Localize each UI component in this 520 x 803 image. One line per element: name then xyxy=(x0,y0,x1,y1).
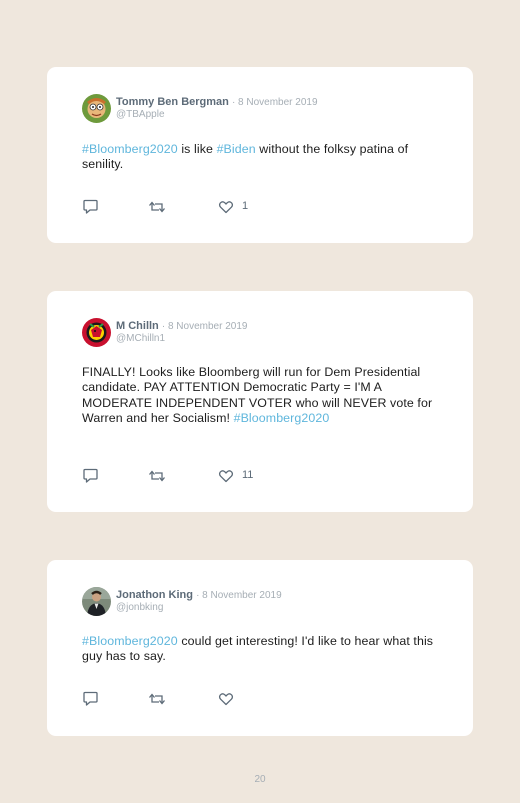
tweet-header: Jonathon King · 8 November 2019 @jonbkin… xyxy=(82,587,453,617)
author-name[interactable]: M Chilln xyxy=(116,320,159,332)
tweet-actions xyxy=(82,691,282,709)
tweet-actions: 11 xyxy=(82,468,282,486)
like-button[interactable]: 11 xyxy=(218,468,253,484)
author-meta: Jonathon King · 8 November 2019 @jonbkin… xyxy=(116,589,282,614)
page-number: 20 xyxy=(254,774,266,785)
person-photo-icon xyxy=(82,587,111,616)
author-handle[interactable]: @MChilln1 xyxy=(116,333,247,345)
author-name[interactable]: Tommy Ben Bergman xyxy=(116,96,229,108)
author-handle[interactable]: @jonbking xyxy=(116,602,282,614)
tweet-card: M Chilln · 8 November 2019 @MChilln1 FIN… xyxy=(47,291,473,512)
hashtag-link[interactable]: #Bloomberg2020 xyxy=(82,142,178,156)
heart-icon xyxy=(218,470,234,483)
reply-icon xyxy=(83,199,98,214)
hockey-logo-icon xyxy=(82,318,111,347)
retweet-button[interactable] xyxy=(148,691,166,707)
retweet-icon xyxy=(149,470,165,482)
hashtag-link[interactable]: #Bloomberg2020 xyxy=(234,411,330,425)
tweet-text-segment: is like xyxy=(177,142,217,156)
hashtag-link[interactable]: #Biden xyxy=(217,142,256,156)
tweet-date[interactable]: · 8 November 2019 xyxy=(232,97,318,108)
like-button[interactable] xyxy=(218,691,234,707)
retweet-button[interactable] xyxy=(148,468,166,484)
avatar[interactable] xyxy=(82,94,111,123)
author-handle[interactable]: @TBApple xyxy=(116,109,318,121)
tweet-card: Jonathon King · 8 November 2019 @jonbkin… xyxy=(47,560,473,736)
avatar[interactable] xyxy=(82,318,111,347)
retweet-button[interactable] xyxy=(148,199,166,215)
hashtag-link[interactable]: #Bloomberg2020 xyxy=(82,634,178,648)
reply-button[interactable] xyxy=(82,199,99,215)
author-meta: Tommy Ben Bergman · 8 November 2019 @TBA… xyxy=(116,96,318,121)
reply-button[interactable] xyxy=(82,691,99,707)
reply-icon xyxy=(83,691,98,706)
tweet-header: Tommy Ben Bergman · 8 November 2019 @TBA… xyxy=(82,94,453,124)
like-count: 1 xyxy=(242,200,249,212)
reply-icon xyxy=(83,468,98,483)
tweet-text: #Bloomberg2020 is like #Biden without th… xyxy=(82,142,441,173)
tweet-text: FINALLY! Looks like Bloomberg will run f… xyxy=(82,365,437,426)
retweet-icon xyxy=(149,693,165,705)
like-count: 11 xyxy=(242,469,254,481)
retweet-icon xyxy=(149,201,165,213)
tweet-actions: 1 xyxy=(82,199,282,217)
heart-icon xyxy=(218,201,234,214)
heart-icon xyxy=(218,693,234,706)
tweet-card: Tommy Ben Bergman · 8 November 2019 @TBA… xyxy=(47,67,473,243)
author-meta: M Chilln · 8 November 2019 @MChilln1 xyxy=(116,320,247,345)
like-button[interactable]: 1 xyxy=(218,199,248,215)
cartoon-face-icon xyxy=(82,94,111,123)
tweet-date[interactable]: · 8 November 2019 xyxy=(196,590,282,601)
reply-button[interactable] xyxy=(82,468,99,484)
author-name[interactable]: Jonathon King xyxy=(116,589,193,601)
tweet-header: M Chilln · 8 November 2019 @MChilln1 xyxy=(82,318,453,348)
tweet-text: #Bloomberg2020 could get interesting! I'… xyxy=(82,634,441,665)
tweet-date[interactable]: · 8 November 2019 xyxy=(162,321,248,332)
avatar[interactable] xyxy=(82,587,111,616)
